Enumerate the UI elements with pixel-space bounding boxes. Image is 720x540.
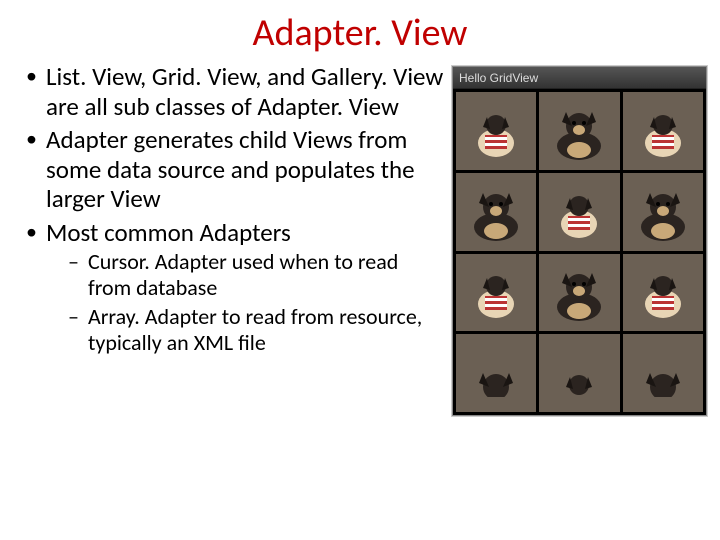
grid-cell: [456, 92, 536, 170]
grid-cell: [456, 173, 536, 251]
bullet-item: List. View, Grid. View, and Gallery. Vie…: [22, 62, 446, 121]
dog-image-icon: [546, 106, 612, 164]
grid-cell: [623, 92, 703, 170]
dog-image-icon: [548, 357, 610, 397]
gridview: [453, 89, 706, 415]
dog-image-icon: [630, 187, 696, 245]
bullet-text: Most common Adapters: [46, 217, 291, 248]
grid-cell: [539, 173, 619, 251]
phone-screenshot: Hello GridView: [452, 66, 707, 416]
dog-image-icon: [632, 107, 694, 163]
dog-image-icon: [548, 188, 610, 244]
dog-image-icon: [632, 268, 694, 324]
sub-item: Array. Adapter to read from resource, ty…: [46, 304, 446, 357]
grid-cell: [539, 92, 619, 170]
bullet-item: Adapter generates child Views from some …: [22, 125, 446, 214]
content-row: List. View, Grid. View, and Gallery. Vie…: [0, 62, 720, 416]
app-title-bar: Hello GridView: [453, 67, 706, 89]
grid-cell: [456, 334, 536, 412]
grid-cell: [539, 334, 619, 412]
image-column: Hello GridView: [452, 62, 712, 416]
dog-image-icon: [463, 187, 529, 245]
dog-image-icon: [465, 107, 527, 163]
grid-cell: [539, 254, 619, 332]
dog-image-icon: [546, 267, 612, 325]
sub-list: Cursor. Adapter used when to read from d…: [46, 249, 446, 357]
dog-image-icon: [463, 357, 529, 397]
grid-cell: [623, 173, 703, 251]
slide-title: Adapter. View: [0, 0, 720, 62]
bullet-list: List. View, Grid. View, and Gallery. Vie…: [22, 62, 446, 357]
text-column: List. View, Grid. View, and Gallery. Vie…: [22, 62, 452, 416]
sub-item: Cursor. Adapter used when to read from d…: [46, 249, 446, 302]
grid-cell: [456, 254, 536, 332]
grid-cell: [623, 334, 703, 412]
dog-image-icon: [465, 268, 527, 324]
bullet-item: Most common Adapters Cursor. Adapter use…: [22, 218, 446, 357]
grid-cell: [623, 254, 703, 332]
dog-image-icon: [630, 357, 696, 397]
